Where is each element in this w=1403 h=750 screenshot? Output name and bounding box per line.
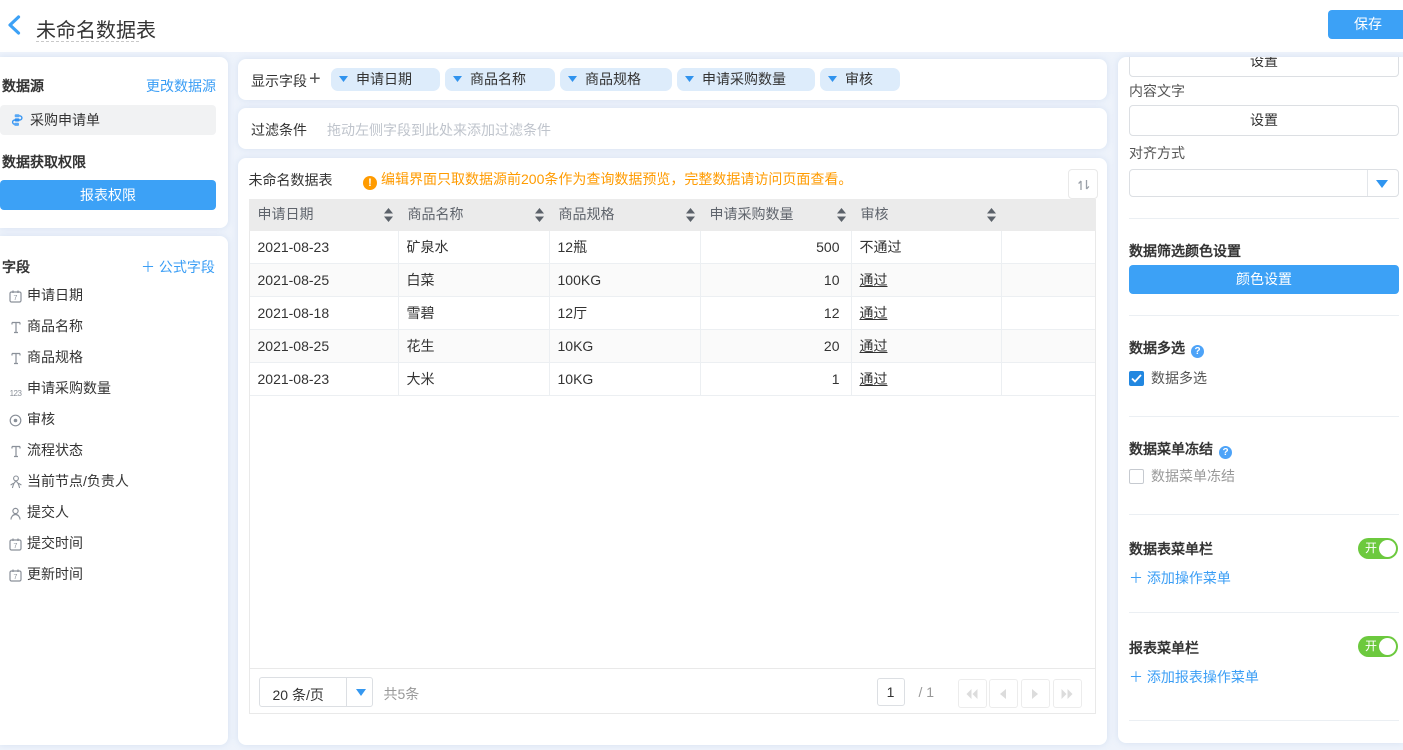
svg-text:7: 7 xyxy=(14,543,18,550)
svg-text:7: 7 xyxy=(14,295,18,302)
svg-text:7: 7 xyxy=(14,574,18,581)
